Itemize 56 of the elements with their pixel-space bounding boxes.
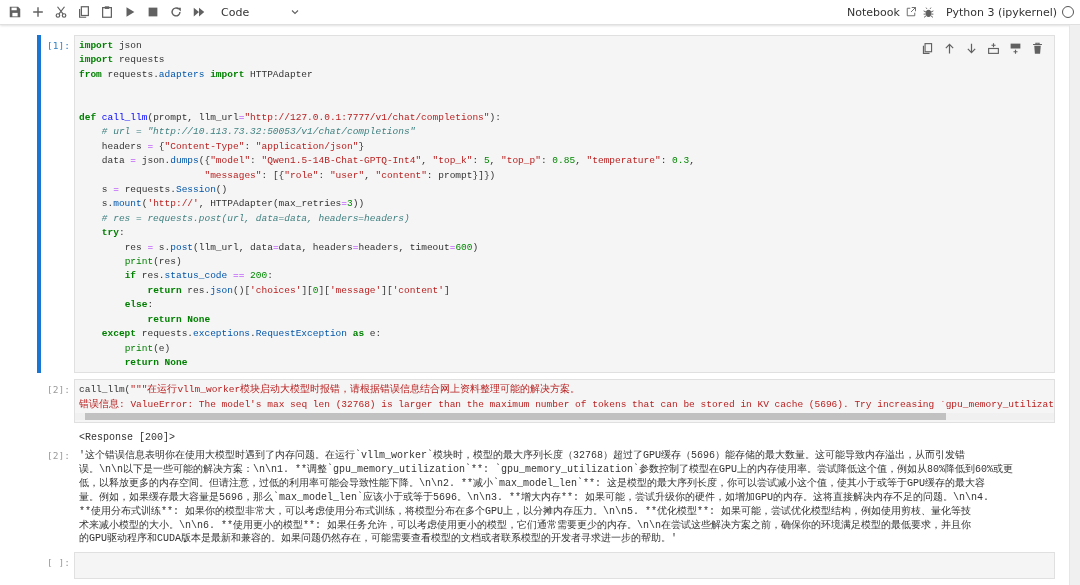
code-line: except requests.exceptions.RequestException as e: — [100, 327, 382, 342]
output-line: **使用分布式训练**: 如果你的模型非常大，可以考虑使用分布式训练，将模型分布在多个GPU上，以分摊内存压力。\n\n5. **优化模型**: 如果可能，尝试优化模型结构，例如使用剪枝、量化等技 — [79, 504, 973, 519]
external-link-icon[interactable] — [904, 6, 917, 18]
code-line: print(res) — [123, 255, 182, 270]
cell-type-dropdown[interactable]: Code — [221, 5, 303, 19]
insert-above-icon[interactable] — [986, 42, 1000, 55]
output-line: <Response [200]> — [79, 431, 175, 446]
code-line: from requests.adapters import HTTPAdapter — [79, 67, 313, 82]
input-prompt: [ ]: — [46, 556, 70, 571]
notebook-link[interactable]: Notebook — [847, 5, 900, 19]
code-line: return res.json()['choices'][0]['message']['content'] — [146, 283, 450, 298]
code-line: res = s.post(llm_url, data=data, headers=headers, timeout=600) — [123, 240, 479, 255]
output-line: 低，以释放更多的内存空间。但请注意，过低的利用率可能会导致性能下降。\n\n2. **减小`max_model_len`**: 这是模型的最大序列长度，你可以尝试减小这个值，使其小于或等于GPU缓存的最大容 — [79, 476, 987, 491]
code-line: return None — [123, 355, 188, 370]
code-line: s = requests.Session() — [100, 183, 228, 198]
fast-forward-icon[interactable] — [192, 5, 206, 19]
vertical-scrollbar[interactable] — [1068, 25, 1080, 585]
output-line: 误。\n\n以下是一些可能的解决方案：\n\n1. **调整`gpu_memory_utilization`**: `gpu_memory_utilization`参数控制了模型在GPU上的内存使用率。尝试降低这个值，例如从80%降低到60%或更 — [79, 462, 1014, 477]
horizontal-scrollbar[interactable] — [75, 413, 1054, 421]
code-line: data = json.dumps({"model": "Qwen1.5-14B-Chat-GPTQ-Int4", "top_k": 5, "top_p": 0.85, "temperature": 0.3, — [100, 154, 695, 169]
code-line: s.mount('http://', HTTPAdapter(max_retries=3)) — [100, 197, 365, 212]
code-line: "messages": [{"role": "user", "content": prompt}]}) — [203, 168, 496, 183]
code-line: # url = "http://10.113.73.32:50053/v1/chat/completions" — [100, 125, 416, 140]
delete-icon[interactable] — [1030, 42, 1044, 55]
code-line: try: — [100, 226, 125, 241]
input-prompt: [2]: — [46, 383, 70, 398]
code-line: return None — [146, 312, 211, 327]
code-line: # res = requests.post(url, data=data, headers=headers) — [100, 211, 410, 226]
code-line: print(e) — [123, 341, 171, 356]
copy-icon[interactable] — [77, 5, 91, 19]
output-line: 术来减小模型的大小。\n\n6. **使用更小的模型**: 如果任务允许，可以考虑使用更小的模型，它们通常需要更少的内存。\n\n在尝试这些解决方案之前，确保你的环境满足模型的最低要求，并且你 — [79, 518, 973, 532]
code-editor[interactable] — [74, 379, 1055, 424]
input-prompt: [1]: — [46, 39, 70, 53]
clipboard-icon[interactable] — [100, 5, 114, 19]
add-cell-icon[interactable] — [31, 5, 45, 19]
bug-icon[interactable] — [921, 5, 935, 19]
code-line: headers = {"Content-Type": "application/json"} — [100, 139, 365, 154]
kernel-name[interactable]: Python 3 (ipykernel) — [945, 5, 1057, 19]
output-line: 的GPU驱动程序和CUDA版本是最新和兼容的。如果问题仍然存在，可能需要查看模型的文档或者联系模型的开发者寻求进一步的帮助。' — [79, 532, 678, 547]
code-line: def call_llm(prompt, llm_url="http://127.0.0.1:7777/v1/chat/completions"): — [79, 111, 501, 125]
code-line: 错误信息: ValueError: The model's max seq len (32768) is larger than the maximum number of tokens that can be stored in KV cache (5696). Try increasing `gpu_memory_utilizat — [79, 397, 1054, 412]
code-line: else: — [123, 298, 154, 313]
move-up-icon[interactable] — [942, 42, 956, 55]
code-line: call_llm("""在运行vllm_worker模块启动大模型时报错，请根据错误信息结合网上资料整理可能的解决方案。 — [79, 383, 581, 398]
code-line: import requests — [79, 53, 165, 68]
output-prompt: [2]: — [46, 449, 70, 464]
stop-icon[interactable] — [146, 5, 160, 19]
duplicate-icon[interactable] — [920, 42, 934, 55]
save-icon[interactable] — [8, 5, 22, 19]
insert-below-icon[interactable] — [1008, 42, 1022, 55]
code-line: if res.status_code == 200: — [123, 269, 273, 284]
code-line: import json — [79, 39, 142, 53]
scissors-icon[interactable] — [54, 5, 68, 19]
output-line: 量。例如，如果缓存最大容量是5696，那么`max_model_len`应该小于或等于5696。\n\n3. **增大内存**: 如果可能，尝试升级你的硬件，如增加GPU的内存。这将直接解决内存不足的问题。\n\n4. — [79, 490, 991, 505]
restart-icon[interactable] — [169, 5, 183, 19]
output-line: '这个错误信息表明你在使用大模型时遇到了内存问题。在运行`vllm_worker`模块时，模型的最大序列长度（32768）超过了GPU缓存（5696）能存储的最大数量。这可能导致内存溢出，从而引发错 — [79, 449, 967, 463]
